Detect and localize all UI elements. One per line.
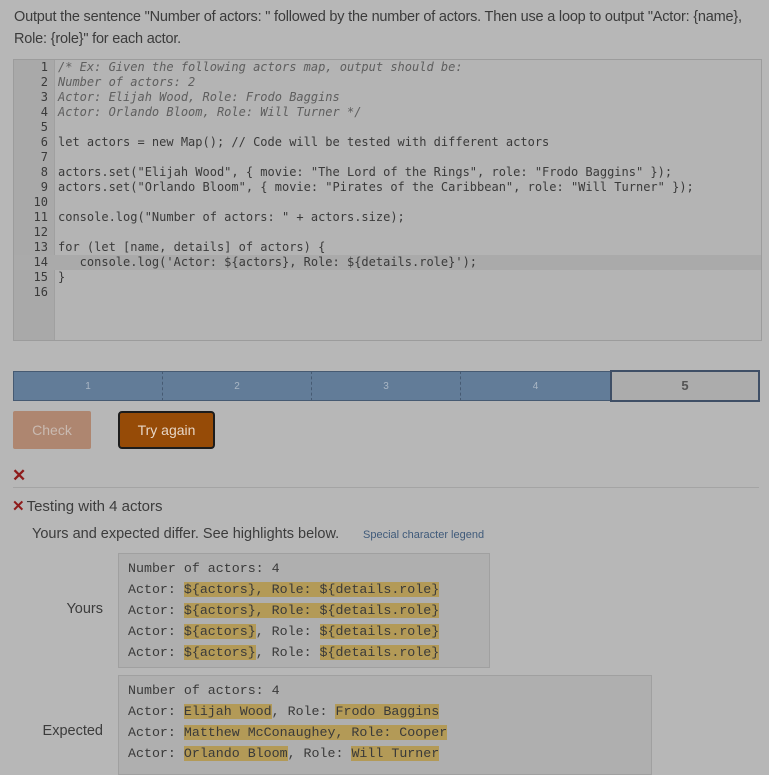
code-line[interactable]: 5 (14, 120, 761, 135)
diff-highlight: Elijah Wood (183, 704, 272, 719)
yours-label: Yours (66, 601, 103, 617)
output-line: Actor: Matthew McConaughey, Role: Cooper (128, 725, 448, 740)
progress-step-1[interactable]: 1 (13, 371, 163, 401)
try-again-button[interactable]: Try again (118, 411, 215, 449)
code-editor[interactable]: 1 /* Ex: Given the following actors map, … (13, 59, 762, 341)
output-line: Actor: ${actors}, Role: ${details.role} (128, 579, 480, 600)
line-number: 4 (40, 105, 48, 119)
diff-highlight: Frodo Baggins (335, 704, 440, 719)
code-line[interactable]: 7 (14, 150, 761, 165)
line-number: 14 (33, 255, 48, 269)
code-line[interactable]: 6 let actors = new Map(); // Code will be… (14, 135, 761, 150)
code-text: console.log("Number of actors: " + actor… (58, 210, 405, 224)
expected-label: Expected (42, 723, 103, 739)
line-number: 16 (33, 285, 48, 299)
line-number: 15 (33, 270, 48, 284)
code-line[interactable]: 16 (14, 285, 761, 300)
diff-highlight: ${actors} (183, 645, 256, 660)
output-line: Actor: Elijah Wood, Role: Frodo Baggins (128, 704, 440, 719)
code-text: } (58, 270, 66, 284)
differ-message: Yours and expected differ. See highlight… (32, 526, 340, 542)
output-line: Actor: ${actors}, Role: ${details.role} (128, 624, 440, 639)
diff-highlight: ${actors}, Role: ${details.role} (183, 582, 440, 597)
code-text: console.log('Actor: ${actors}, Role: ${d… (58, 255, 478, 269)
line-number: 5 (40, 120, 48, 134)
code-line[interactable]: 3 Actor: Elijah Wood, Role: Frodo Baggins (14, 90, 761, 105)
divider (13, 487, 759, 488)
diff-highlight: ${actors} (183, 624, 256, 639)
diff-highlight: Orlando Bloom (183, 746, 288, 761)
test-result-title: ✕ Testing with 4 actors (12, 497, 162, 515)
line-number: 10 (33, 195, 48, 209)
code-line[interactable]: 15} (14, 270, 761, 285)
line-number: 2 (40, 75, 48, 89)
problem-prompt: Output the sentence "Number of actors: "… (14, 9, 742, 47)
line-number: 9 (40, 180, 48, 194)
code-text: for (let [name, details] of actors) { (58, 240, 326, 254)
x-icon: ✕ (12, 498, 25, 515)
output-text: Actor: (128, 582, 184, 597)
expected-output: Number of actors: 4 Actor: Elijah Wood, … (118, 675, 652, 775)
output-line: Actor: ${actors}, Role: ${details.role} (128, 645, 440, 660)
check-button[interactable]: Check (13, 411, 91, 449)
line-number: 11 (33, 210, 48, 224)
output-line: Number of actors: 4 (128, 683, 280, 698)
code-text: Actor: Elijah Wood, Role: Frodo Baggins (58, 90, 340, 104)
diff-highlight: Will Turner (351, 746, 440, 761)
line-number: 6 (40, 135, 48, 149)
code-line[interactable]: 13 for (let [name, details] of actors) { (14, 240, 761, 255)
code-text: actors.set("Orlando Bloom", { movie: "Pi… (58, 180, 694, 194)
code-line[interactable]: 10 (14, 195, 761, 210)
code-text: Number of actors: 2 (58, 75, 196, 89)
code-line-active[interactable]: 14 console.log('Actor: ${actors}, Role: … (14, 255, 761, 270)
code-line[interactable]: 8 actors.set("Elijah Wood", { movie: "The… (14, 165, 761, 180)
diff-highlight: ${details.role} (319, 624, 440, 639)
code-text: actors.set("Elijah Wood", { movie: "The … (58, 165, 673, 179)
diff-highlight: Matthew McConaughey, Role: Cooper (183, 725, 448, 740)
progress-step-4[interactable]: 4 (461, 371, 610, 401)
progress-step-5-current[interactable]: 5 (610, 370, 760, 402)
progress-step-3[interactable]: 3 (312, 371, 461, 401)
diff-highlight: ${actors}, Role: ${details.role} (183, 603, 440, 618)
progress-bar: 1 2 3 4 5 (13, 370, 760, 402)
line-number: 1 (40, 60, 48, 74)
output-line: Actor: Orlando Bloom, Role: Will Turner (128, 746, 440, 761)
test-label: Testing with 4 actors (26, 498, 163, 515)
code-line[interactable]: 9 actors.set("Orlando Bloom", { movie: "P… (14, 180, 761, 195)
diff-highlight: ${details.role} (319, 645, 440, 660)
code-line[interactable]: 1 /* Ex: Given the following actors map, … (14, 60, 761, 75)
code-text: /* Ex: Given the following actors map, o… (58, 60, 463, 74)
output-line: Actor: ${actors}, Role: ${details.role} (128, 603, 440, 618)
line-number: 12 (33, 225, 48, 239)
line-number: 8 (40, 165, 48, 179)
code-text: let actors = new Map(); // Code will be … (58, 135, 550, 149)
code-line[interactable]: 4 Actor: Orlando Bloom, Role: Will Turner… (14, 105, 761, 120)
x-icon: ✕ (12, 466, 27, 485)
code-line[interactable]: 11 console.log("Number of actors: " + act… (14, 210, 761, 225)
yours-output: Number of actors: 4 Actor: ${actors}, Ro… (118, 553, 490, 668)
code-line[interactable]: 12 (14, 225, 761, 240)
progress-step-2[interactable]: 2 (163, 371, 312, 401)
line-number: 13 (33, 240, 48, 254)
line-number: 7 (40, 150, 48, 164)
special-character-legend-link[interactable]: Special character legend (363, 529, 484, 541)
code-line[interactable]: 2 Number of actors: 2 (14, 75, 761, 90)
code-text: Actor: Orlando Bloom, Role: Will Turner … (58, 105, 362, 119)
output-line: Number of actors: 4 (128, 561, 280, 576)
line-number: 3 (40, 90, 48, 104)
